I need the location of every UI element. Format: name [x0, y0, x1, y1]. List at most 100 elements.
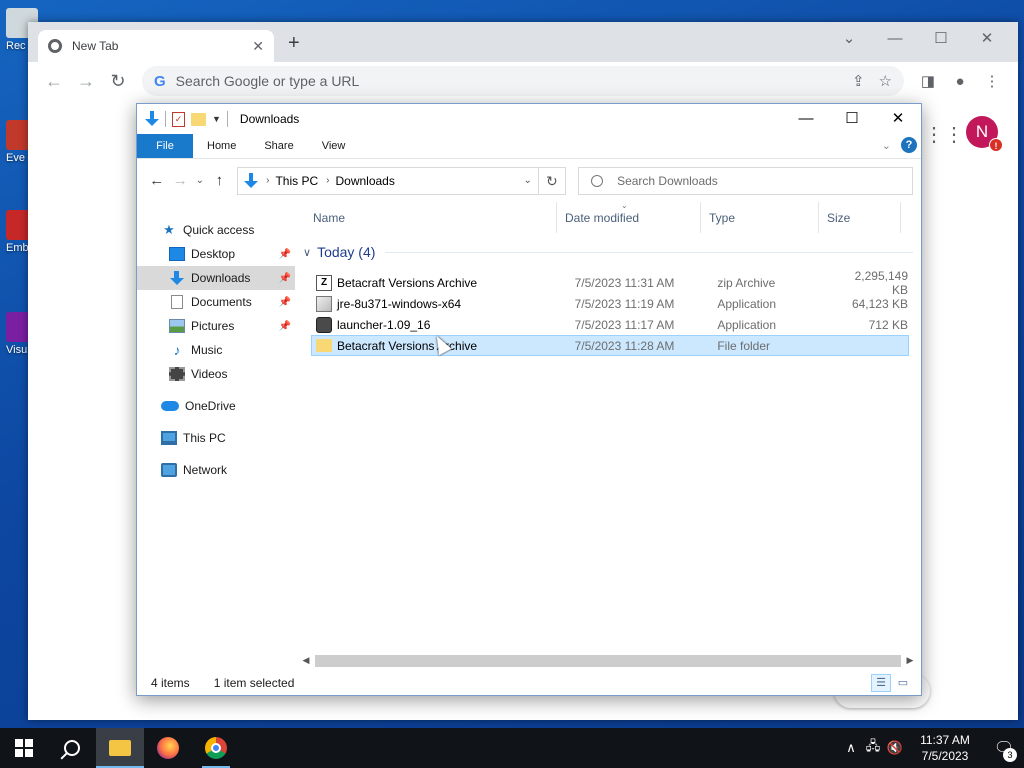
nav-onedrive[interactable]: OneDrive	[137, 394, 295, 418]
omnibox[interactable]: G Search Google or type a URL ⇪ ☆	[142, 66, 904, 96]
nav-label: Downloads	[191, 271, 251, 285]
ribbon-tab-share[interactable]: Share	[250, 134, 307, 158]
bookmark-star-icon[interactable]: ☆	[879, 72, 892, 90]
column-headers: Name ⌄ Date modified Type Size	[295, 201, 921, 234]
customize-toolbar-chevron-icon[interactable]: ▼	[212, 114, 221, 124]
nav-label: Quick access	[183, 223, 255, 237]
clock-time: 11:37 AM	[920, 733, 970, 747]
tab-search-icon[interactable]: ⌄	[826, 26, 872, 52]
downloads-location-icon	[244, 172, 259, 189]
file-row[interactable]: launcher-1.09_16 7/5/2023 11:17 AM Appli…	[311, 314, 909, 335]
taskbar-clock[interactable]: 11:37 AM 7/5/2023	[910, 732, 980, 764]
forward-button[interactable]: →	[168, 172, 191, 189]
navigation-pane: ★ Quick access Desktop 📌 Downloads 📌 Doc…	[137, 202, 295, 671]
explorer-minimize-button[interactable]: —	[783, 104, 829, 134]
nav-label: Videos	[191, 367, 228, 381]
help-icon[interactable]: ?	[901, 137, 917, 153]
start-button[interactable]	[0, 728, 48, 768]
chrome-minimize-button[interactable]: —	[872, 26, 918, 52]
nav-pictures[interactable]: Pictures 📌	[137, 314, 295, 338]
chrome-toolbar: ← → ↻ G Search Google or type a URL ⇪ ☆ …	[28, 62, 1018, 100]
nav-downloads[interactable]: Downloads 📌	[137, 266, 295, 290]
search-icon	[64, 740, 80, 756]
group-header-today[interactable]: ∨ Today (4)	[295, 240, 921, 264]
scroll-right-icon[interactable]: ▶	[903, 655, 917, 666]
back-icon[interactable]: ←	[38, 71, 70, 92]
ribbon-tab-file[interactable]: File	[137, 134, 193, 158]
breadcrumb-this-pc[interactable]: This PC	[275, 174, 318, 188]
share-icon[interactable]: ⇪	[852, 72, 865, 90]
file-name: launcher-1.09_16	[337, 317, 431, 332]
nav-desktop[interactable]: Desktop 📌	[137, 242, 295, 266]
taskbar-firefox[interactable]	[144, 728, 192, 768]
chrome-tab-new-tab[interactable]: New Tab ✕	[38, 30, 274, 62]
music-note-icon: ♪	[173, 342, 181, 358]
show-hidden-icons-chevron-icon[interactable]: ∧	[840, 740, 862, 756]
breadcrumb-downloads[interactable]: Downloads	[335, 174, 394, 188]
account-avatar[interactable]: N !	[966, 116, 1003, 152]
new-tab-button[interactable]: +	[288, 32, 300, 55]
desktop-icon-label: Rec	[6, 40, 26, 52]
forward-icon[interactable]: →	[70, 71, 102, 92]
nav-quick-access[interactable]: ★ Quick access	[137, 218, 295, 242]
profile-icon[interactable]: ●	[944, 73, 976, 90]
explorer-close-button[interactable]: ✕	[875, 104, 921, 134]
recent-locations-chevron-icon[interactable]: ⌄	[192, 175, 208, 186]
ribbon-tab-home[interactable]: Home	[193, 134, 250, 158]
large-icons-view-icon[interactable]: ▭	[893, 674, 913, 692]
file-type: zip Archive	[717, 275, 776, 290]
sort-indicator-icon: ⌄	[621, 201, 628, 210]
scroll-left-icon[interactable]: ◀	[299, 655, 313, 666]
chrome-tabstrip: New Tab ✕ + ⌄ — ☐ ✕	[28, 22, 1018, 62]
ribbon-tabs: File Home Share View ⌄ ?	[137, 134, 921, 158]
address-dropdown-icon[interactable]: ⌄	[518, 175, 538, 186]
nav-videos[interactable]: Videos	[137, 362, 295, 386]
column-header-name[interactable]: Name	[295, 202, 557, 233]
taskbar-chrome[interactable]	[192, 728, 240, 768]
scrollbar-thumb[interactable]	[315, 654, 901, 667]
search-box[interactable]: Search Downloads	[578, 166, 914, 195]
column-header-size[interactable]: Size	[819, 202, 901, 233]
column-header-type[interactable]: Type	[701, 202, 819, 233]
nav-label: Network	[183, 463, 228, 477]
group-label: Today (4)	[317, 244, 376, 260]
expand-ribbon-chevron-icon[interactable]: ⌄	[882, 139, 891, 152]
column-header-date-modified[interactable]: ⌄ Date modified	[557, 201, 701, 233]
side-panel-icon[interactable]: ◨	[912, 72, 944, 90]
refresh-button[interactable]: ↻	[538, 166, 567, 195]
nav-network[interactable]: Network	[137, 458, 295, 482]
chrome-close-button[interactable]: ✕	[964, 26, 1010, 52]
explorer-maximize-button[interactable]: ☐	[829, 104, 875, 134]
firefox-icon	[157, 737, 179, 759]
chrome-menu-icon[interactable]: ⋮	[976, 72, 1008, 90]
new-folder-icon[interactable]	[191, 112, 206, 126]
ribbon-tab-view[interactable]: View	[308, 134, 360, 158]
nav-label: This PC	[183, 431, 226, 445]
details-view-icon[interactable]: ☰	[871, 674, 891, 692]
volume-muted-icon[interactable]: 🔇	[884, 740, 906, 756]
file-type: Application	[717, 317, 777, 332]
nav-this-pc[interactable]: This PC	[137, 426, 295, 450]
file-row[interactable]: Z Betacraft Versions Archive 7/5/2023 11:…	[311, 269, 909, 297]
file-name: Betacraft Versions Archive	[337, 275, 478, 290]
tab-close-icon[interactable]: ✕	[252, 38, 264, 55]
network-status-icon[interactable]: 🖧	[862, 737, 884, 759]
properties-icon[interactable]: ✓	[172, 111, 185, 127]
file-row[interactable]: jre-8u371-windows-x64 7/5/2023 11:19 AM …	[311, 293, 909, 314]
chrome-maximize-button[interactable]: ☐	[918, 26, 964, 52]
avatar-alert-icon: !	[989, 138, 1003, 152]
taskbar-search-button[interactable]	[48, 728, 96, 768]
back-button[interactable]: ←	[145, 172, 168, 189]
videos-film-icon	[169, 367, 185, 381]
nav-documents[interactable]: Documents 📌	[137, 290, 295, 314]
file-row-selected[interactable]: Betacraft Versions Archive 7/5/2023 11:2…	[311, 335, 909, 356]
action-center-button[interactable]: 🗨 3	[984, 738, 1024, 762]
up-button[interactable]: ↑	[208, 172, 231, 189]
taskbar-file-explorer[interactable]	[96, 728, 144, 768]
nav-music[interactable]: ♪ Music	[137, 338, 295, 362]
address-bar[interactable]: › This PC › Downloads ⌄	[237, 166, 539, 195]
onedrive-cloud-icon	[161, 401, 179, 411]
desktop-icon-label: Visu	[6, 344, 28, 356]
horizontal-scrollbar[interactable]: ◀ ▶	[299, 652, 917, 669]
reload-icon[interactable]: ↻	[102, 71, 134, 92]
